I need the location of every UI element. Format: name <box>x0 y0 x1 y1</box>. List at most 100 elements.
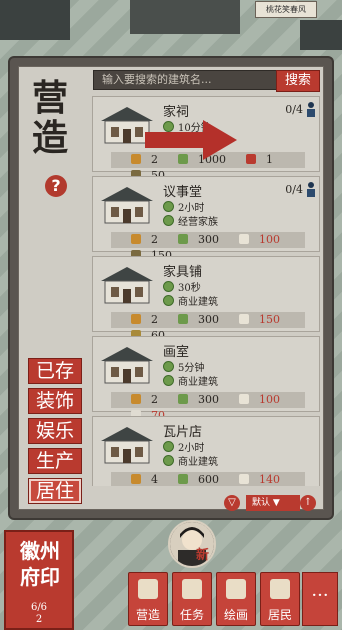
build-time: 2小时 <box>163 439 204 454</box>
search-button[interactable]: 搜索 <box>276 70 320 92</box>
more-button[interactable]: ··· <box>302 572 338 626</box>
clock-icon <box>163 281 174 292</box>
help-button[interactable]: ? <box>45 175 67 197</box>
category-tab[interactable]: 生产 <box>28 448 82 474</box>
paint-icon <box>226 579 246 599</box>
cost-value: 2 <box>151 233 158 246</box>
resident-icon <box>270 579 290 599</box>
building-type: 经营家族 <box>163 213 218 228</box>
toolbar-resident-button[interactable]: 居民 <box>260 572 300 626</box>
cost-value: 300 <box>198 233 219 246</box>
cost-item: 2 <box>131 233 168 246</box>
filter-icon[interactable]: ▽ <box>224 495 240 511</box>
building-type-value: 商业建筑 <box>178 457 218 468</box>
building-count: 0/4 <box>285 103 303 116</box>
seal-line-2: 府印 <box>20 565 60 589</box>
cost-value: 100 <box>259 393 280 406</box>
cost-item: 300 <box>178 233 229 246</box>
seal-count-2: 2 <box>35 614 43 625</box>
cost-item: 140 <box>239 473 290 486</box>
toolbar-paint-button[interactable]: 绘画 <box>216 572 256 626</box>
cost-value: 600 <box>198 473 219 486</box>
roof-center <box>130 0 240 34</box>
cost-value: 140 <box>259 473 280 486</box>
clock-icon <box>163 441 174 452</box>
cost-item: 300 <box>178 313 229 326</box>
wood-icon <box>246 154 256 164</box>
cost-item: 2 <box>131 313 168 326</box>
category-icon <box>163 375 174 386</box>
building-card[interactable]: 议事堂 0/4 2小时 经营家族 2300100150 <box>92 176 320 262</box>
clock-icon <box>163 361 174 372</box>
person-icon <box>131 394 141 404</box>
cost-row: 4600140140 <box>111 472 305 486</box>
person-icon <box>131 234 141 244</box>
resident-icon <box>305 101 317 117</box>
build-time: 2小时 <box>163 199 204 214</box>
roof-left <box>0 0 70 40</box>
task-icon <box>182 579 202 599</box>
cost-item: 600 <box>178 473 229 486</box>
building-type-value: 商业建筑 <box>178 377 218 388</box>
building-card[interactable]: 瓦片店 2小时 商业建筑 4600140140 <box>92 416 320 486</box>
cost-value: 300 <box>198 313 219 326</box>
toolbar-task-button[interactable]: 任务 <box>172 572 212 626</box>
cost-value: 100 <box>259 233 280 246</box>
category-tab[interactable]: 居住 <box>28 478 82 504</box>
building-type-value: 经营家族 <box>178 217 218 228</box>
building-type: 商业建筑 <box>163 293 218 308</box>
category-tab[interactable]: 已存 <box>28 358 82 384</box>
shop-sign: 桃花笑春风 <box>255 1 317 18</box>
bowl-icon <box>239 474 249 484</box>
category-tab[interactable]: 装饰 <box>28 388 82 414</box>
cost-item: 100 <box>239 233 290 246</box>
sort-order-button[interactable]: ↑ <box>300 495 316 511</box>
cost-value: 300 <box>198 393 219 406</box>
building-thumbnail-icon <box>101 267 153 304</box>
guide-arrow-icon <box>145 120 237 160</box>
coin-icon <box>178 474 188 484</box>
panel-title: 营 造 <box>20 78 80 158</box>
building-name: 家祠 <box>163 105 190 120</box>
building-count: 0/4 <box>285 183 303 196</box>
building-card[interactable]: 画室 5分钟 商业建筑 230010070 <box>92 336 320 422</box>
build-time: 30秒 <box>163 279 201 294</box>
bowl-icon <box>239 234 249 244</box>
building-name: 画室 <box>163 345 190 360</box>
cost-row: 230010070 <box>111 392 305 422</box>
building-thumbnail-icon <box>101 427 153 464</box>
search-input[interactable]: 输入要搜索的建筑名... <box>93 70 281 90</box>
seal-title: 徽州 府印 <box>12 538 68 590</box>
building-card[interactable]: 家具铺 30秒 商业建筑 230015060 <box>92 256 320 342</box>
cost-value: 2 <box>151 313 158 326</box>
coin-icon <box>178 234 188 244</box>
cost-row: 2300100150 <box>111 232 305 262</box>
building-thumbnail-icon <box>101 347 153 384</box>
resident-icon <box>305 181 317 197</box>
cost-item: 150 <box>239 313 290 326</box>
person-icon <box>131 314 141 324</box>
cost-value: 150 <box>259 313 280 326</box>
new-badge: 新 <box>196 548 210 563</box>
category-tab[interactable]: 娱乐 <box>28 418 82 444</box>
seal-line-1: 徽州 <box>20 539 60 563</box>
prefecture-seal[interactable]: 徽州 府印 6/6 2 <box>4 530 74 630</box>
seal-count-1: 6/6 <box>30 602 48 613</box>
sort-dropdown[interactable]: 默认 ▼ <box>246 495 300 511</box>
roof-right <box>300 20 342 50</box>
cost-value: 1 <box>266 153 273 166</box>
building-name: 议事堂 <box>163 185 203 200</box>
toolbar-build-button[interactable]: 营造 <box>128 572 168 626</box>
category-icon <box>163 455 174 466</box>
coin-icon <box>178 394 188 404</box>
cost-item: 2 <box>131 393 168 406</box>
person-icon <box>131 154 141 164</box>
seal-counts: 6/6 2 <box>10 602 68 626</box>
building-name: 瓦片店 <box>163 425 203 440</box>
coin-icon <box>178 314 188 324</box>
toolbar-label: 任务 <box>179 608 204 622</box>
toolbar-label: 营造 <box>135 608 160 622</box>
category-icon <box>163 295 174 306</box>
person-icon <box>131 474 141 484</box>
category-icon <box>163 215 174 226</box>
